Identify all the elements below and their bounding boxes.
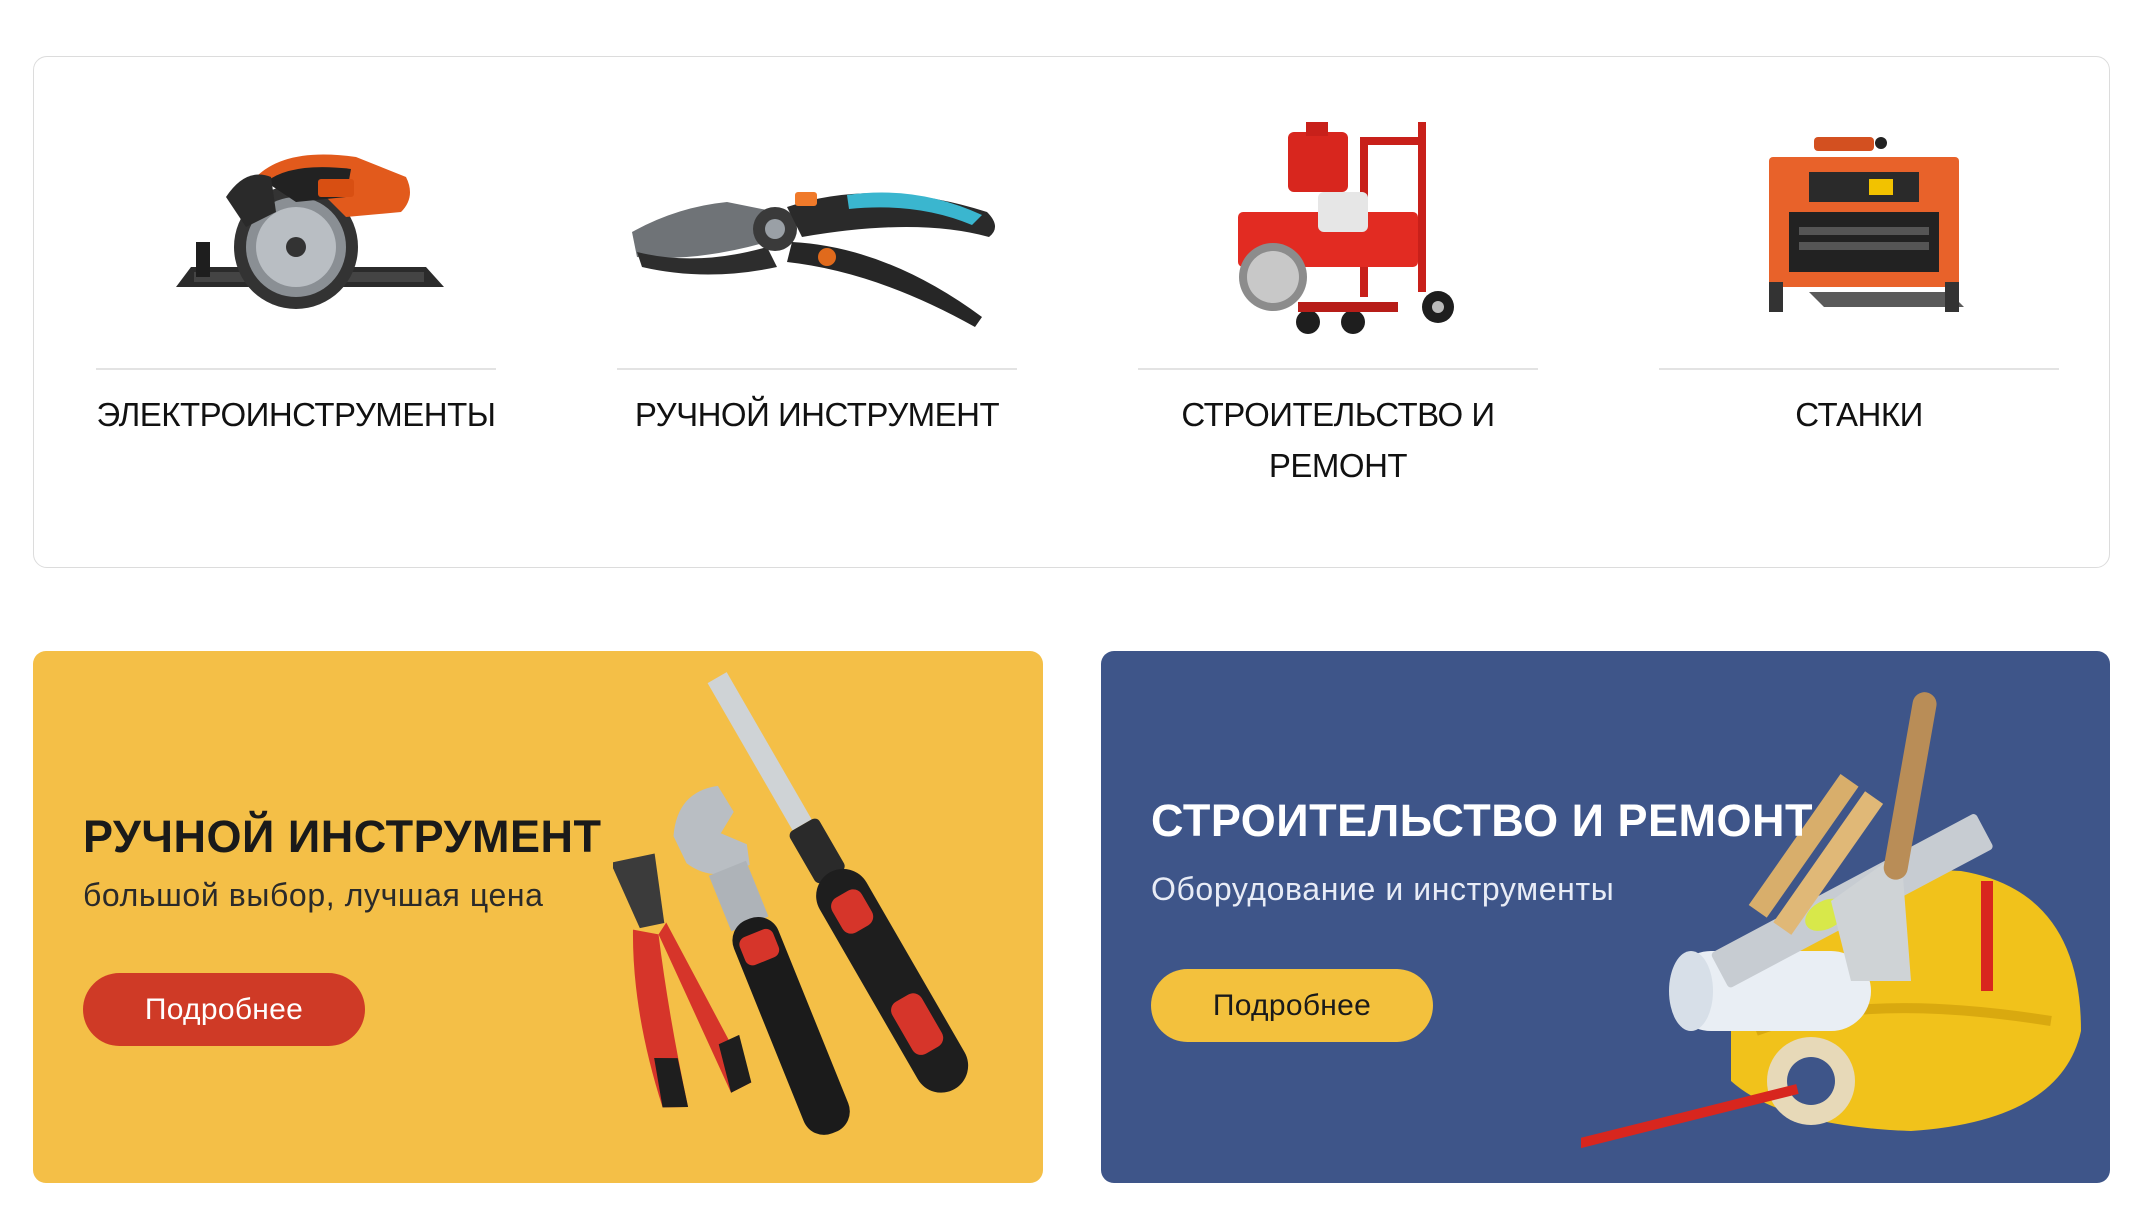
category-divider xyxy=(1138,368,1538,370)
category-label: Строительство и ремонт xyxy=(1181,396,1495,484)
category-divider xyxy=(1659,368,2059,370)
circular-saw-icon xyxy=(96,117,496,337)
construction-tools-helmet-icon xyxy=(1581,692,2081,1150)
category-card: Электроинструменты Ручной инструмент xyxy=(33,56,2110,568)
category-power-tools[interactable]: Электроинструменты xyxy=(96,57,496,567)
pruning-shears-icon xyxy=(617,117,1017,337)
more-button[interactable]: Подробнее xyxy=(1151,969,1433,1042)
category-divider xyxy=(96,368,496,370)
category-label: Ручной инструмент xyxy=(634,396,1000,433)
category-divider xyxy=(617,368,1017,370)
thickness-planer-icon xyxy=(1659,117,2059,337)
banner-subtitle: Оборудование и инструменты xyxy=(1151,871,1615,907)
category-construction[interactable]: Строительство и ремонт xyxy=(1138,57,1538,567)
pliers-wrench-screwdriver-icon xyxy=(613,672,969,1135)
banner-title: СТРОИТЕЛЬСТВО И РЕМОНТ xyxy=(1151,795,1814,846)
banner-title: РУЧНОЙ ИНСТРУМЕНТ xyxy=(83,811,602,862)
banner-construction[interactable]: СТРОИТЕЛЬСТВО И РЕМОНТ Оборудование и ин… xyxy=(1101,651,2110,1183)
category-label: Электроинструменты xyxy=(96,396,496,433)
category-machines[interactable]: Станки xyxy=(1659,57,2059,567)
banner-hand-tools[interactable]: РУЧНОЙ ИНСТРУМЕНТ большой выбор, лучшая … xyxy=(33,651,1043,1183)
more-button[interactable]: Подробнее xyxy=(83,973,365,1046)
floor-saw-cart-icon xyxy=(1138,117,1538,337)
category-hand-tools[interactable]: Ручной инструмент xyxy=(617,57,1017,567)
category-label: Станки xyxy=(1795,396,1923,433)
banner-subtitle: большой выбор, лучшая цена xyxy=(83,877,544,913)
